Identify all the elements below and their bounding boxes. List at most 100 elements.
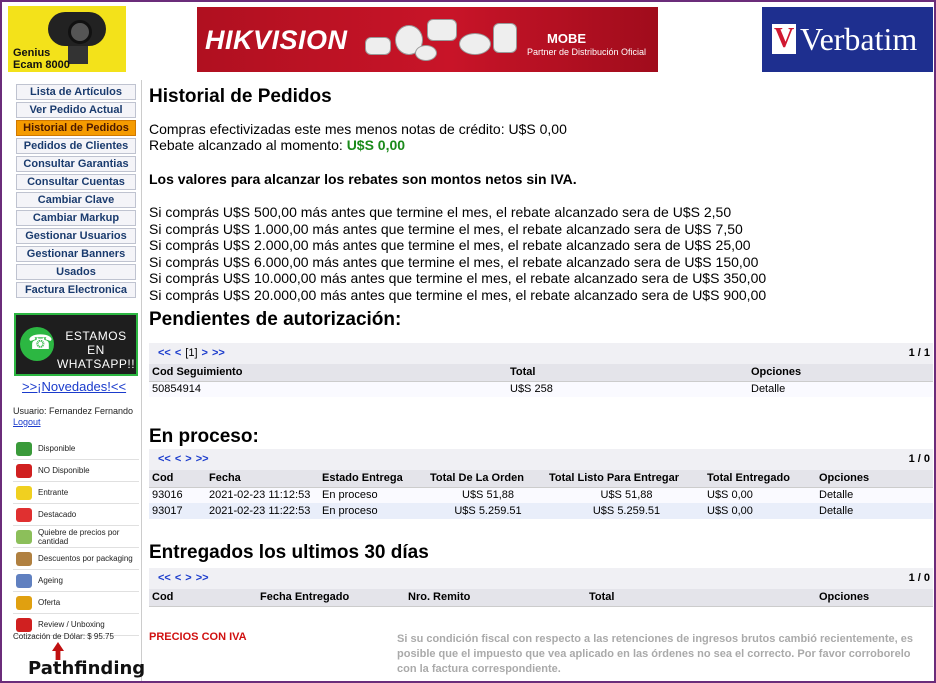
thumbs-up-icon — [16, 441, 32, 456]
page-frame: Genius Ecam 8000 HIKVISION MOBE Partner … — [0, 0, 936, 683]
pager-next[interactable]: > — [185, 453, 191, 465]
verbatim-banner[interactable]: Verbatim — [762, 7, 933, 72]
novedades-link[interactable]: >>¡Novedades!<< — [22, 379, 126, 394]
sidebar-item-gestionar-usuarios[interactable]: Gestionar Usuarios — [16, 228, 136, 244]
sidebar-item-usados[interactable]: Usados — [16, 264, 136, 280]
legend-item: Descuentos por packaging — [13, 548, 139, 570]
detalle-link[interactable]: Detalle — [816, 487, 933, 503]
column-header: Nro. Remito — [405, 589, 586, 607]
column-header: Opciones — [816, 589, 933, 607]
pendientes-table-wrap: << < [1] > >> 1 / 1 Cod Seguimiento Total Opci… — [149, 343, 933, 397]
sidebar-item-cambiar-clave[interactable]: Cambiar Clave — [16, 192, 136, 208]
whatsapp-banner[interactable]: ESTAMOS EN WHATSAPP!! — [14, 313, 138, 376]
rebate-tier-line: Si comprás U$S 1.000,00 más antes que te… — [149, 220, 743, 237]
entregados-pager: << < > >> 1 / 0 — [149, 568, 933, 589]
verbatim-v-icon — [772, 24, 796, 54]
user-label: Usuario: Fernandez Fernando — [13, 406, 134, 416]
legend-item: Entrante — [13, 482, 139, 504]
rebate-tier-line: Si comprás U$S 500,00 más antes que term… — [149, 204, 732, 220]
hikvision-logo: HIKVISION — [205, 25, 348, 55]
sidebar-item-cambiar-markup[interactable]: Cambiar Markup — [16, 210, 136, 226]
legend-list: Disponible NO Disponible Entrante Destacado… — [13, 438, 139, 636]
table-cell: 93016 — [149, 487, 206, 503]
pager-last[interactable]: >> — [212, 347, 225, 359]
table-cell: U$S 5.259.51 — [546, 503, 704, 519]
legend-label: Review / Unboxing — [38, 620, 105, 629]
table-cell: 2021-02-23 11:22:53 — [206, 503, 319, 519]
table-cell: U$S 0,00 — [704, 487, 816, 503]
thumbs-down-icon — [16, 463, 32, 478]
rebate-value: U$S 0,00 — [346, 137, 406, 153]
legend-label: Destacado — [38, 510, 77, 519]
pager-prev[interactable]: < — [175, 347, 181, 359]
sidebar-item-ver-pedido-actual[interactable]: Ver Pedido Actual — [16, 102, 136, 118]
legend-item: Oferta — [13, 592, 139, 614]
column-header: Total — [586, 589, 816, 607]
detalle-link[interactable]: Detalle — [748, 381, 933, 397]
table-row: 93016 2021-02-23 11:12:53 En proceso U$S 51… — [149, 487, 933, 503]
pathfinding-logo-text: Pathfinding — [28, 658, 146, 679]
incoming-icon — [16, 485, 32, 500]
pager-next[interactable]: > — [202, 347, 208, 359]
sidebar-item-lista-de-artículos[interactable]: Lista de Artículos — [16, 84, 136, 100]
sidebar-item-factura-electronica[interactable]: Factura Electronica — [16, 282, 136, 298]
pager-last[interactable]: >> — [196, 453, 209, 465]
legend-item: Destacado — [13, 504, 139, 526]
pager-count: 1 / 0 — [908, 453, 930, 465]
mobe-partner-text: Partner de Distribución Oficial — [527, 47, 647, 57]
table-cell: 2021-02-23 11:12:53 — [206, 487, 319, 503]
whatsapp-icon — [20, 327, 54, 361]
genius-banner[interactable]: Genius Ecam 8000 — [8, 6, 126, 72]
package-icon — [16, 551, 32, 566]
sidebar-item-gestionar-banners[interactable]: Gestionar Banners — [16, 246, 136, 262]
sidebar-item-consultar-cuentas[interactable]: Consultar Cuentas — [16, 174, 136, 190]
legend-item: Quiebre de precios por cantidad — [13, 526, 139, 548]
legend-label: Descuentos por packaging — [38, 554, 133, 563]
pager-count: 1 / 0 — [908, 572, 930, 584]
column-header: Estado Entrega — [319, 470, 427, 488]
legend-label: Oferta — [38, 598, 61, 607]
rebate-note: Los valores para alcanzar los rebates so… — [149, 171, 577, 187]
eye-icon — [16, 573, 32, 588]
entregados-table-wrap: << < > >> 1 / 0 Cod Fecha Entregado Nro. Remi… — [149, 568, 933, 607]
column-header: Opciones — [816, 470, 933, 488]
column-header: Total De La Orden — [427, 470, 546, 488]
pathfinding-logo: Pathfinding — [28, 642, 146, 679]
legend-label: Quiebre de precios por cantidad — [38, 527, 120, 546]
detalle-link[interactable]: Detalle — [816, 503, 933, 519]
dollar-quote: Cotización de Dólar: $ 95.75 — [13, 632, 114, 641]
column-header: Cod Seguimiento — [149, 364, 507, 382]
pager-count: 1 / 1 — [908, 347, 930, 359]
pager-next[interactable]: > — [185, 572, 191, 584]
entregados-table: Cod Fecha Entregado Nro. Remito Total Opcion… — [149, 589, 933, 607]
pager-first[interactable]: << — [158, 572, 171, 584]
sidebar-item-consultar-garantias[interactable]: Consultar Garantias — [16, 156, 136, 172]
column-header: Total Entregado — [704, 470, 816, 488]
trophy-icon — [16, 595, 32, 610]
rebate-tier-line: Si comprás U$S 10.000,00 más antes que t… — [149, 270, 767, 287]
pager-last[interactable]: >> — [196, 572, 209, 584]
legend-label: NO Disponible — [38, 466, 90, 475]
en-proceso-table-wrap: << < > >> 1 / 0 Cod Fecha Estado Entrega Total… — [149, 449, 933, 519]
hikvision-banner[interactable]: HIKVISION MOBE Partner de Distribución O… — [197, 7, 658, 72]
legend-item: Ageing — [13, 570, 139, 592]
pager-prev[interactable]: < — [175, 453, 181, 465]
en-proceso-title: En proceso: — [149, 426, 259, 447]
logout-link[interactable]: Logout — [13, 417, 41, 427]
column-header: Fecha — [206, 470, 319, 488]
compras-text: Compras efectivizadas este mes menos not… — [149, 121, 567, 137]
genius-line1: Genius — [13, 47, 51, 59]
genius-banner-text: Genius Ecam 8000 — [13, 47, 70, 71]
pager-first[interactable]: << — [158, 347, 171, 359]
column-header: Cod — [149, 470, 206, 488]
pager-prev[interactable]: < — [175, 572, 181, 584]
pager-first[interactable]: << — [158, 453, 171, 465]
star-badge-icon — [16, 507, 32, 522]
page-title: Historial de Pedidos — [149, 86, 332, 107]
table-cell: En proceso — [319, 503, 427, 519]
table-row: 93017 2021-02-23 11:22:53 En proceso U$S 5.… — [149, 503, 933, 519]
sidebar-item-historial-de-pedidos[interactable]: Historial de Pedidos — [16, 120, 136, 136]
sidebar-item-pedidos-de-clientes[interactable]: Pedidos de Clientes — [16, 138, 136, 154]
legend-item: Disponible — [13, 438, 139, 460]
verbatim-logo: Verbatim — [800, 21, 918, 57]
